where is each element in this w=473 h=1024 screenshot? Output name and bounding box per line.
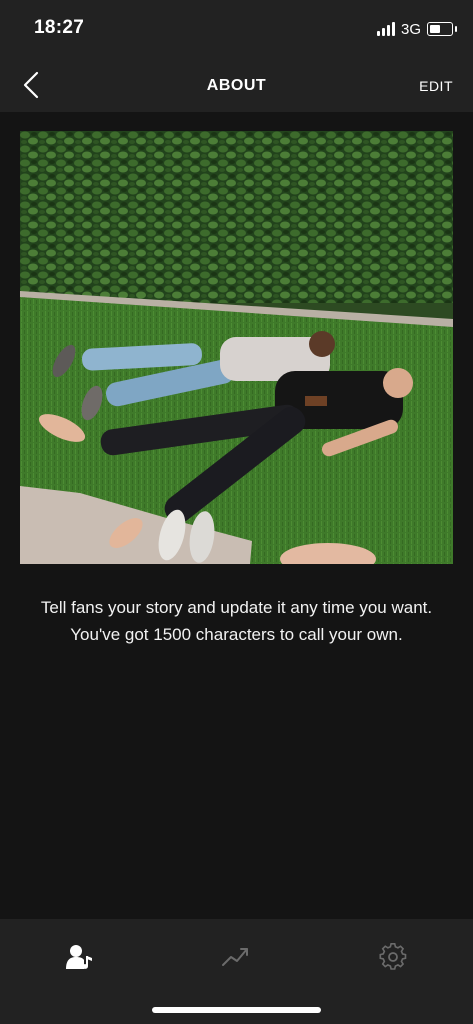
network-type: 3G: [400, 20, 421, 38]
edit-button[interactable]: EDIT: [419, 78, 453, 94]
signal-bars-icon: [376, 22, 395, 36]
tab-stats[interactable]: [206, 937, 266, 977]
stats-trend-icon: [222, 948, 248, 966]
about-description: Tell fans your story and update it any t…: [40, 598, 433, 644]
status-indicators: 3G: [376, 19, 457, 39]
tab-profile[interactable]: [50, 937, 110, 977]
gear-icon: [379, 943, 407, 970]
tab-settings[interactable]: [363, 937, 423, 977]
status-time: 18:27: [34, 17, 85, 38]
home-indicator[interactable]: [152, 1007, 321, 1013]
nav-bar: ABOUT EDIT: [0, 58, 473, 112]
battery-icon: [427, 22, 457, 36]
photo-illustration: [20, 131, 453, 564]
status-bar: 18:27 3G: [0, 0, 473, 58]
page-title: ABOUT: [206, 77, 267, 94]
about-photo: [20, 131, 453, 564]
artist-profile-icon: [66, 945, 92, 969]
